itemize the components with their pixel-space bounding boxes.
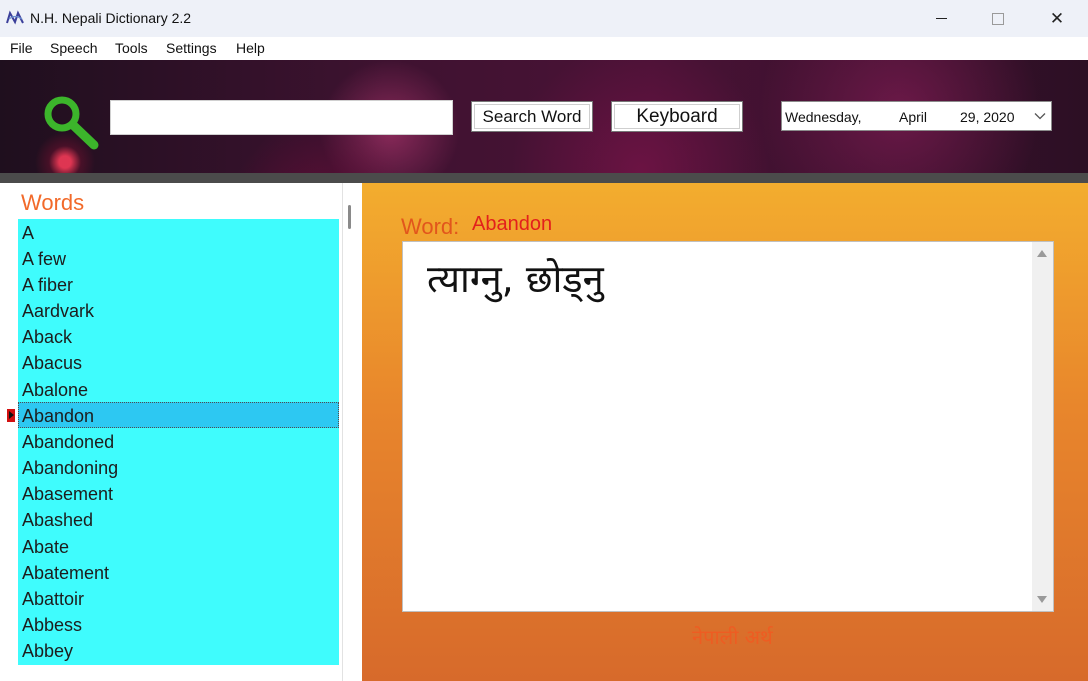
- app-window: N.H. Nepali Dictionary 2.2 ✕ File Speech…: [0, 0, 1088, 681]
- minimize-button[interactable]: [918, 0, 964, 37]
- word-list-item[interactable]: Aardvark: [18, 297, 339, 323]
- current-row-icon: [7, 409, 15, 422]
- chevron-down-icon[interactable]: [1034, 110, 1046, 122]
- word-list-item[interactable]: Abattoir: [18, 585, 339, 611]
- words-heading: Words: [21, 190, 85, 215]
- app-logo-icon: [6, 10, 24, 25]
- word-list-item[interactable]: A few: [18, 245, 339, 271]
- word-list-item[interactable]: Abalone: [18, 376, 339, 402]
- date-weekday: Wednesday,: [785, 109, 862, 125]
- window-title: N.H. Nepali Dictionary 2.2: [30, 10, 192, 26]
- word-list-item[interactable]: Abbey: [18, 637, 339, 663]
- search-input[interactable]: [110, 100, 453, 135]
- meaning-textbox[interactable]: त्याग्नु, छोड्नु: [402, 241, 1054, 612]
- word-list-item[interactable]: A fiber: [18, 271, 339, 297]
- menu-help[interactable]: Help: [236, 40, 265, 56]
- minimize-icon: [935, 18, 947, 19]
- scroll-up-arrow-icon[interactable]: [1037, 250, 1047, 257]
- menu-tools[interactable]: Tools: [115, 40, 148, 56]
- word-list-item-selected[interactable]: Abandon: [18, 402, 339, 428]
- magnifier-icon: [44, 96, 99, 150]
- menu-settings[interactable]: Settings: [166, 40, 217, 56]
- date-picker[interactable]: Wednesday, April 29, 2020: [781, 101, 1052, 131]
- word-list[interactable]: A A few A fiber Aardvark Aback Abacus Ab…: [18, 219, 339, 665]
- selected-word: Abandon: [472, 213, 553, 235]
- keyboard-button[interactable]: Keyboard: [611, 101, 743, 132]
- meaning-scrollbar[interactable]: [1032, 242, 1053, 611]
- word-list-item[interactable]: Abate: [18, 533, 339, 559]
- word-list-scroll-thumb[interactable]: [348, 205, 351, 229]
- date-day-year: 29, 2020: [960, 109, 1015, 125]
- word-list-pane: Words A A few A fiber Aardvark Aback Aba…: [0, 183, 362, 681]
- word-list-item[interactable]: Abashed: [18, 506, 339, 532]
- word-list-item[interactable]: Abatement: [18, 559, 339, 585]
- word-list-item[interactable]: Abandoning: [18, 454, 339, 480]
- nepali-meaning-caption: नेपाली अर्थ: [692, 625, 773, 649]
- menu-bar: File Speech Tools Settings Help: [0, 37, 1088, 60]
- close-button[interactable]: ✕: [1034, 0, 1080, 37]
- close-icon: ✕: [1049, 9, 1065, 28]
- scroll-down-arrow-icon[interactable]: [1037, 596, 1047, 603]
- word-list-item[interactable]: Abacus: [18, 349, 339, 375]
- header-divider: [0, 173, 1088, 183]
- date-month: April: [899, 109, 928, 125]
- menu-file[interactable]: File: [10, 40, 33, 56]
- word-list-item[interactable]: Abandoned: [18, 428, 339, 454]
- word-list-item[interactable]: Aback: [18, 323, 339, 349]
- menu-speech[interactable]: Speech: [50, 40, 97, 56]
- word-list-scrollbar[interactable]: [342, 183, 361, 681]
- nepali-meaning: त्याग्नु, छोड्नु: [427, 257, 604, 301]
- maximize-button[interactable]: [975, 0, 1021, 37]
- title-bar: N.H. Nepali Dictionary 2.2 ✕: [0, 0, 1088, 37]
- word-label: Word:: [401, 214, 460, 239]
- word-list-item[interactable]: A: [18, 219, 339, 245]
- word-list-item[interactable]: Abbess: [18, 611, 339, 637]
- definition-pane: Word: Abandon त्याग्नु, छोड्नु नेपाली अर…: [362, 183, 1088, 681]
- maximize-icon: [992, 12, 1004, 25]
- word-list-item[interactable]: Abasement: [18, 480, 339, 506]
- search-word-button[interactable]: Search Word: [471, 101, 593, 132]
